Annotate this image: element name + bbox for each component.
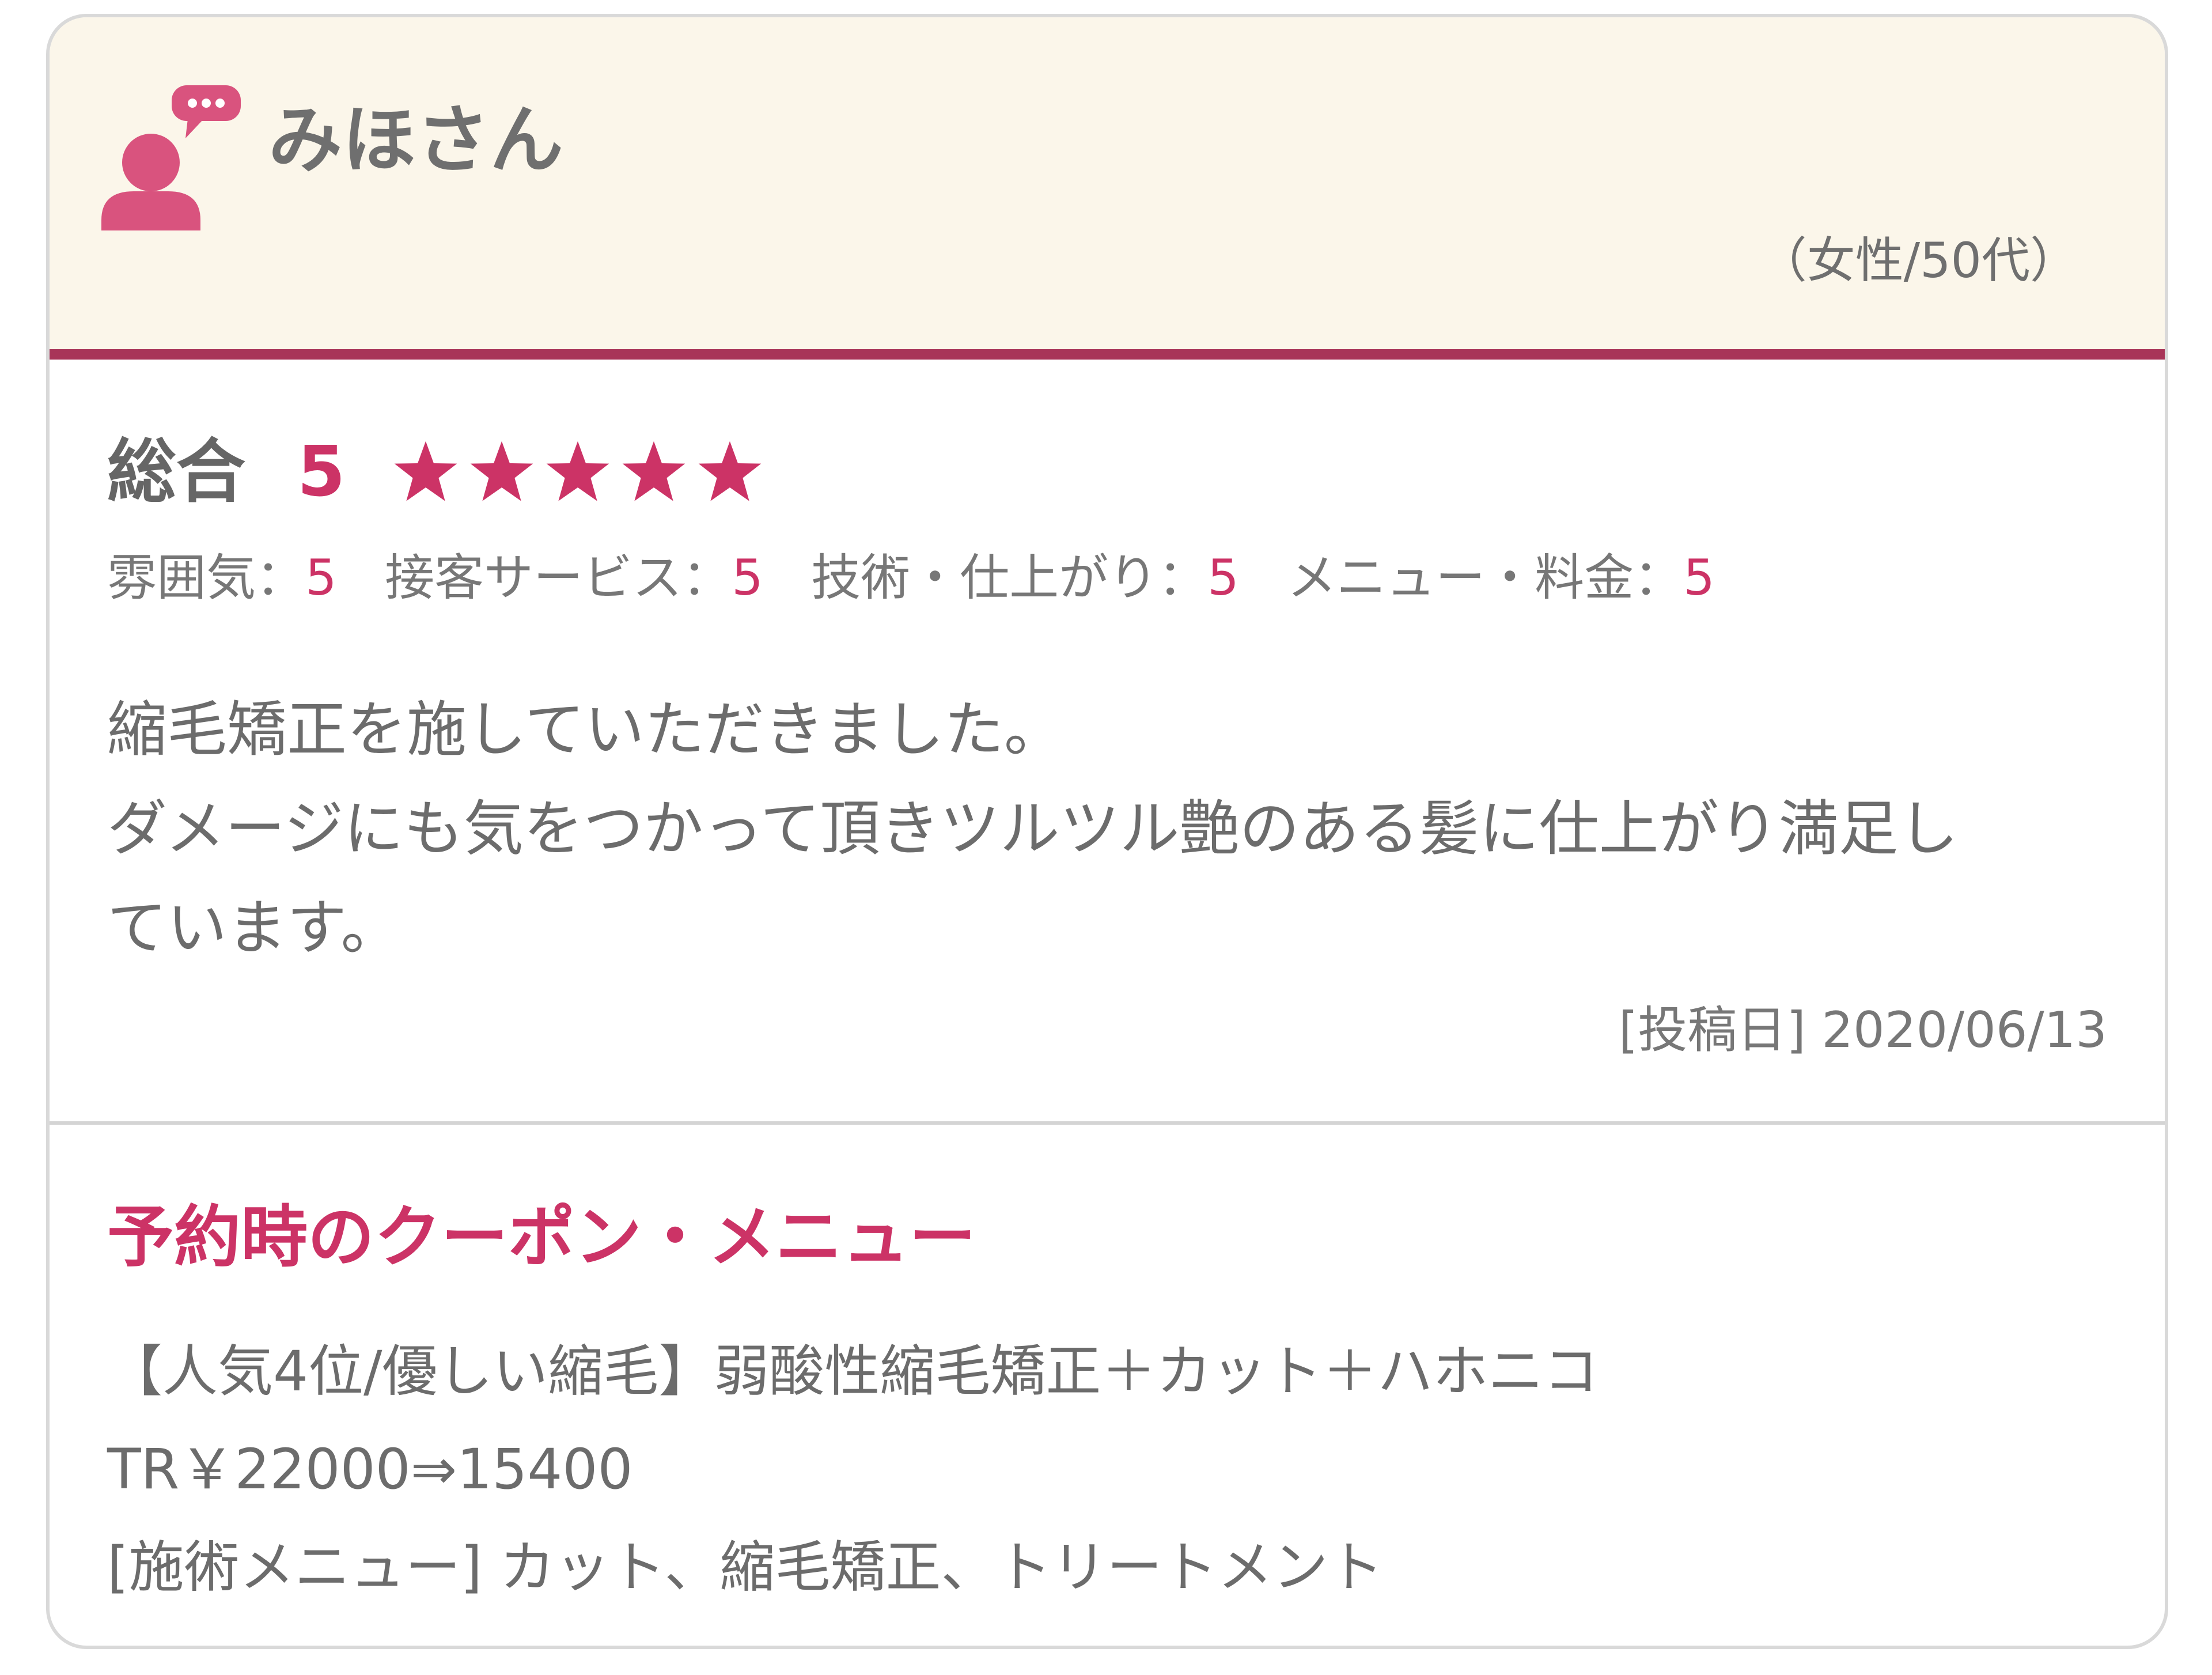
star-icon (470, 441, 533, 501)
subscore-list: 雰囲気：5 接客サービス：5 技術・仕上がり：5 メニュー・料金：5 (107, 553, 1747, 603)
review-header: みほさん （女性/50代） (50, 17, 2165, 349)
subscore-label: メニュー・料金： (1287, 549, 1684, 607)
star-rating (392, 438, 764, 506)
review-card: みほさん （女性/50代） 総合 5 雰囲気：5 接客サービス：5 技術・仕上が… (46, 14, 2168, 1649)
review-comment: 縮毛矯正を施していただきました。 ダメージにも気をつかって頂きツルツル艶のある髪… (107, 680, 2135, 977)
subscore-value: 5 (732, 549, 763, 607)
subscore-menu-price: メニュー・料金：5 (1287, 549, 1715, 607)
comment-line: ダメージにも気をつかって頂きツルツル艶のある髪に仕上がり満足し (107, 793, 1959, 864)
reviewer-name: みほさん (268, 97, 564, 183)
overall-rating: 総合 5 (107, 432, 764, 513)
coupon-price: TR￥22000⇒15400 (107, 1437, 633, 1502)
user-speech-bubble-icon (101, 85, 241, 230)
overall-label: 総合 (107, 432, 245, 512)
posted-date: [投稿日] 2020/06/13 (1618, 1001, 2107, 1059)
section-divider (50, 1121, 2165, 1125)
overall-score: 5 (297, 432, 346, 512)
subscore-value: 5 (1683, 549, 1715, 607)
subscore-label: 技術・仕上がり： (811, 549, 1208, 607)
comment-line: 縮毛矯正を施していただきました。 (107, 694, 1064, 765)
star-icon (698, 441, 761, 501)
star-icon (622, 441, 685, 501)
coupon-section-title: 予約時のクーポン・メニュー (107, 1198, 976, 1276)
subscore-service: 接客サービス：5 (385, 549, 763, 607)
subscore-value: 5 (1207, 549, 1239, 607)
comment-line: ています。 (107, 893, 401, 963)
subscore-value: 5 (305, 549, 337, 607)
subscore-label: 接客サービス： (385, 549, 732, 607)
coupon-name: 【人気4位/優しい縮毛】弱酸性縮毛矯正＋カット＋ハホニコ (107, 1339, 1599, 1404)
subscore-atmosphere: 雰囲気：5 (107, 549, 337, 607)
star-icon (546, 441, 609, 501)
star-icon (394, 441, 457, 501)
subscore-label: 雰囲気： (107, 549, 305, 607)
reviewer-demographic: （女性/50代） (1758, 232, 2078, 289)
subscore-technique: 技術・仕上がり：5 (811, 549, 1239, 607)
header-divider (50, 349, 2165, 360)
coupon-details: 【人気4位/優しい縮毛】弱酸性縮毛矯正＋カット＋ハホニコ TR￥22000⇒15… (107, 1322, 1599, 1616)
coupon-menu: [施術メニュー] カット、縮毛矯正、トリートメント (107, 1535, 1384, 1600)
